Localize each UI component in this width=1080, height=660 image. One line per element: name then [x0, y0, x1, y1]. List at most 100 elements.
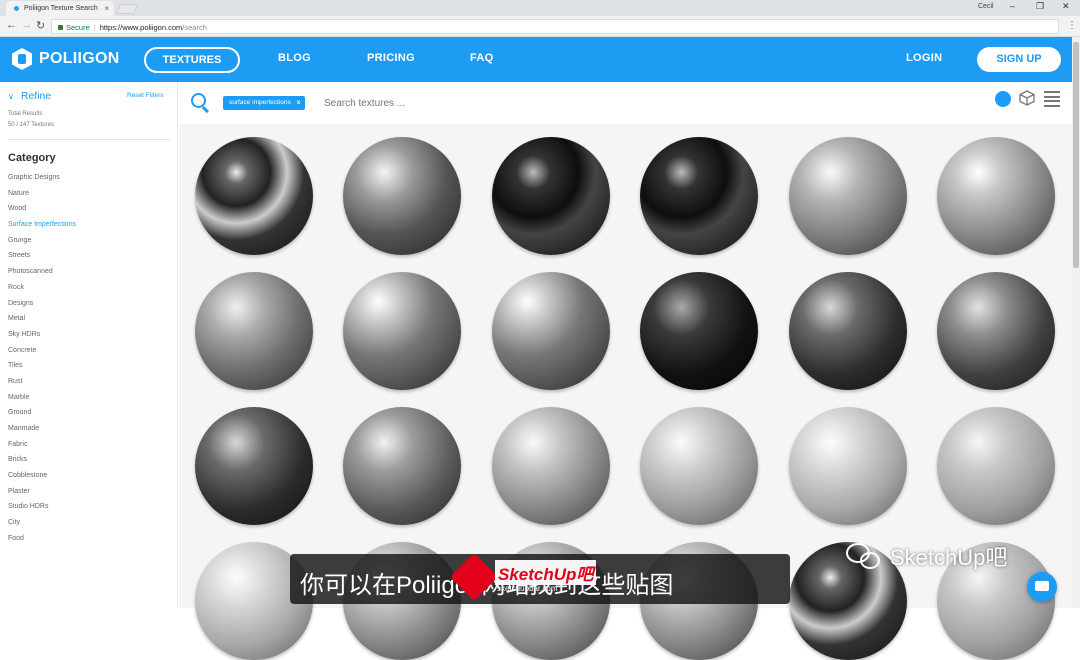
browser-tab[interactable]: Poliigon Texture Search × — [6, 1, 114, 16]
texture-thumbnail[interactable] — [640, 272, 759, 390]
texture-thumbnail[interactable] — [788, 407, 907, 525]
category-item[interactable]: Metal — [8, 314, 76, 330]
url-field[interactable]: Secure | https://www.poliigon.com/search — [51, 19, 1059, 34]
nav-faq[interactable]: FAQ — [470, 52, 494, 64]
nav-textures[interactable]: TEXTURES — [144, 47, 240, 73]
category-item[interactable]: Studio HDRs — [8, 502, 76, 518]
watermark-url: sketchupbar.com — [497, 584, 558, 593]
sphere-view-icon[interactable] — [995, 91, 1011, 107]
logo-text: POLIIGON — [39, 50, 120, 67]
texture-thumbnail[interactable] — [640, 137, 759, 255]
category-item[interactable]: Ground — [8, 408, 76, 424]
category-item[interactable]: Marble — [8, 393, 76, 409]
category-heading: Category — [8, 152, 56, 164]
filter-sidebar: ∨ Refine Reset Filters Total Results 50 /… — [0, 82, 178, 608]
texture-thumbnail[interactable] — [195, 137, 313, 255]
lock-icon — [58, 25, 63, 30]
url-separator: | — [93, 23, 96, 32]
maximize-icon[interactable]: ❐ — [1036, 1, 1044, 12]
channel-brand: SketchUp吧 — [844, 540, 1007, 572]
category-item[interactable]: Plaster — [8, 487, 76, 503]
search-icon[interactable] — [191, 93, 206, 108]
category-item[interactable]: Sky HDRs — [8, 330, 76, 346]
close-window-icon[interactable]: ✕ — [1062, 1, 1070, 12]
browser-menu-icon[interactable]: ⋮ — [1067, 20, 1077, 31]
category-item[interactable]: Surface Imperfections — [8, 220, 76, 236]
watermark-text: SketchUp吧 — [495, 560, 597, 585]
search-bar: surface imperfections x — [179, 82, 1072, 124]
texture-thumbnail[interactable] — [195, 407, 313, 525]
login-link[interactable]: LOGIN — [906, 52, 942, 64]
brand-text: SketchUp吧 — [890, 545, 1008, 570]
logo-icon — [12, 48, 32, 70]
texture-thumbnail[interactable] — [937, 272, 1055, 390]
filter-chip[interactable]: surface imperfections x — [223, 96, 306, 110]
category-item[interactable]: Cobblestone — [8, 471, 76, 487]
refine-label: Refine — [20, 90, 52, 102]
reload-icon[interactable]: ↻ — [36, 19, 45, 32]
filter-chip-label: surface imperfections — [229, 99, 291, 106]
site-logo[interactable]: POLIIGON — [12, 48, 120, 70]
texture-thumbnail[interactable] — [788, 272, 907, 390]
texture-thumbnail[interactable] — [343, 137, 462, 255]
refine-toggle[interactable]: ∨ Refine — [8, 90, 51, 102]
scrollbar-thumb[interactable] — [1073, 42, 1079, 268]
tab-title: Poliigon Texture Search — [24, 5, 98, 12]
texture-thumbnail[interactable] — [343, 407, 462, 525]
browser-tab-bar: Poliigon Texture Search × Cecil – ❐ ✕ — [0, 0, 1080, 16]
watermark-logo: SketchUp吧 sketchupbar.com — [449, 552, 625, 602]
list-view-icon[interactable] — [1044, 91, 1060, 107]
nav-blog[interactable]: BLOG — [278, 52, 311, 64]
chip-remove-icon[interactable]: x — [297, 99, 301, 106]
category-item[interactable]: Photoscanned — [8, 267, 76, 283]
back-icon[interactable]: ← — [6, 19, 17, 31]
site-header: POLIIGON TEXTURES BLOG PRICING FAQ LOGIN… — [0, 37, 1072, 82]
search-input[interactable] — [324, 95, 744, 111]
texture-thumbnail[interactable] — [640, 407, 759, 525]
category-item[interactable]: Nature — [8, 189, 76, 205]
category-item[interactable]: Food — [8, 534, 76, 550]
cube-view-icon[interactable] — [1019, 90, 1035, 106]
category-item[interactable]: Rust — [8, 377, 76, 393]
url-host: https://www.poliigon.com — [99, 23, 183, 32]
texture-thumbnail[interactable] — [195, 272, 313, 390]
category-item[interactable]: Tiles — [8, 361, 76, 377]
minimize-icon[interactable]: – — [1010, 1, 1015, 11]
favicon-icon — [14, 6, 19, 11]
texture-thumbnail[interactable] — [788, 137, 907, 255]
category-item[interactable]: Rock — [8, 283, 76, 299]
category-item[interactable]: Concrete — [8, 346, 76, 362]
nav-pricing[interactable]: PRICING — [367, 52, 415, 64]
category-item[interactable]: Grunge — [8, 236, 76, 252]
texture-thumbnail[interactable] — [937, 407, 1055, 525]
url-path: /search — [182, 23, 207, 32]
category-item[interactable]: City — [8, 518, 76, 534]
texture-thumbnail[interactable] — [937, 137, 1055, 255]
tab-close-icon[interactable]: × — [104, 4, 109, 13]
category-item[interactable]: Wood — [8, 204, 76, 220]
wechat-icon — [844, 541, 884, 571]
category-item[interactable]: Fabric — [8, 440, 76, 456]
page-scrollbar[interactable] — [1072, 37, 1080, 608]
signup-button[interactable]: SIGN UP — [977, 47, 1061, 72]
forward-icon[interactable]: → — [21, 19, 32, 31]
total-results-value: 50 / 147 Textures — [8, 122, 54, 128]
secure-label: Secure — [66, 23, 90, 32]
category-item[interactable]: Manmade — [8, 424, 76, 440]
category-item[interactable]: Streets — [8, 251, 76, 267]
address-bar-row: ← → ↻ Secure | https://www.poliigon.com/se… — [0, 16, 1080, 37]
profile-name[interactable]: Cecil — [978, 3, 994, 10]
texture-thumbnail[interactable] — [491, 407, 610, 525]
category-item[interactable]: Designs — [8, 299, 76, 315]
category-item[interactable]: Graphic Designs — [8, 173, 76, 189]
results-area: surface imperfections x — [179, 82, 1072, 660]
reset-filters-link[interactable]: Reset Filters — [127, 92, 163, 99]
texture-thumbnail[interactable] — [491, 272, 610, 390]
texture-thumbnail[interactable] — [491, 137, 610, 255]
category-item[interactable]: Bricks — [8, 455, 76, 471]
chat-support-button[interactable] — [1027, 572, 1057, 602]
new-tab-button[interactable] — [116, 4, 138, 14]
texture-grid — [179, 124, 1072, 660]
divider — [8, 139, 170, 140]
texture-thumbnail[interactable] — [343, 272, 462, 390]
